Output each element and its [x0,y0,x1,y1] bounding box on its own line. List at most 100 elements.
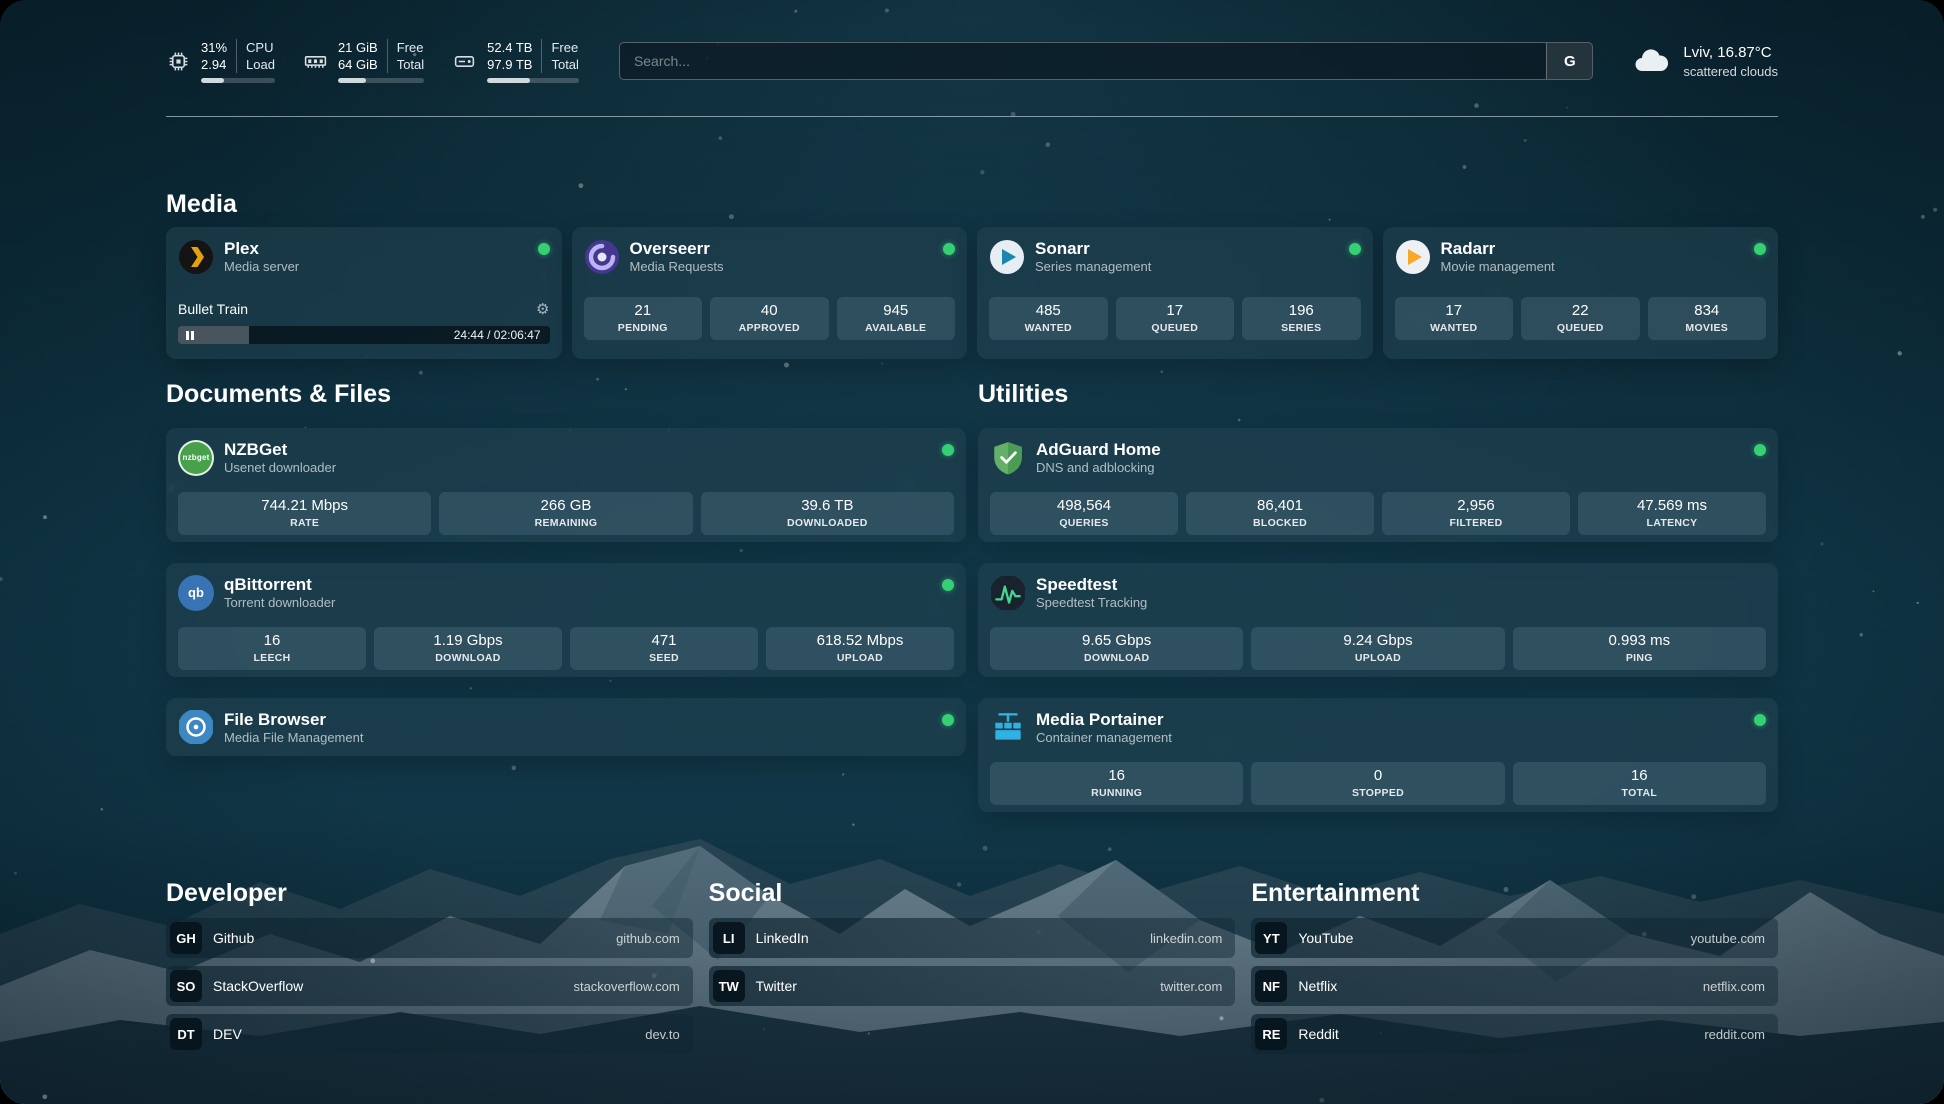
stat-box: 0.993 ms PING [1513,627,1766,670]
stat-box: 39.6 TB DOWNLOADED [701,492,954,535]
stat-box: 40 APPROVED [710,297,829,340]
status-online-dot [942,579,954,591]
bookmark-name: Github [213,930,605,946]
bookmark-url: youtube.com [1691,931,1765,946]
disk-icon [452,49,477,74]
bookmark-row-stackoverflow[interactable]: SO StackOverflow stackoverflow.com [166,966,693,1006]
app-name: Media Portainer [1036,709,1744,730]
stat-label: STOPPED [1253,786,1502,800]
pause-icon[interactable] [186,331,194,340]
status-online-dot [942,444,954,456]
app-card-speedtest[interactable]: Speedtest Speedtest Tracking 9.65 Gbps D… [978,563,1778,677]
speedtest-icon [990,575,1026,611]
stat-value: 0 [1253,766,1502,785]
app-desc: Movie management [1441,259,1745,275]
bookmark-row-github[interactable]: GH Github github.com [166,918,693,958]
stat-label: DOWNLOADED [703,516,952,530]
bookmark-row-linkedin[interactable]: LI LinkedIn linkedin.com [709,918,1236,958]
app-card-portainer[interactable]: Media Portainer Container management 16 … [978,698,1778,812]
app-name: qBittorrent [224,574,932,595]
stat-box: 196 SERIES [1242,297,1361,340]
search-input[interactable] [620,43,1546,79]
bookmark-icon: RE [1255,1018,1287,1050]
bookmark-row-netflix[interactable]: NF Netflix netflix.com [1251,966,1778,1006]
stat-value: 47.569 ms [1580,496,1764,515]
filebrowser-icon [178,709,214,745]
app-card-qbittorrent[interactable]: qb qBittorrent Torrent downloader 16 [166,563,966,677]
now-playing-title: Bullet Train [178,301,248,317]
stat-label: LATENCY [1580,516,1764,530]
sonarr-icon [989,239,1025,275]
memory-total-label: Total [397,56,424,73]
stat-box: 266 GB REMAINING [439,492,692,535]
status-online-dot [1349,243,1361,255]
stat-box: 16 LEECH [178,627,366,670]
weather-condition: scattered clouds [1683,63,1778,80]
disk-widget: 52.4 TB 97.9 TB Free Total [452,39,579,83]
cpu-widget: 31% 2.94 CPU Load [166,39,275,83]
bookmark-name: Twitter [756,978,1150,994]
stat-box: 618.52 Mbps UPLOAD [766,627,954,670]
search-engine-button[interactable]: G [1546,43,1592,79]
bookmark-icon: LI [713,922,745,954]
nzbget-icon: nzbget [178,440,214,476]
disk-free-label: Free [551,39,578,56]
stat-box: 498,564 QUERIES [990,492,1178,535]
stat-label: SERIES [1244,321,1359,335]
app-card-nzbget[interactable]: nzbget NZBGet Usenet downloader 744.21 M… [166,428,966,542]
bookmark-row-reddit[interactable]: RE Reddit reddit.com [1251,1014,1778,1054]
section-title-entertainment: Entertainment [1251,878,1778,909]
app-card-adguard[interactable]: AdGuard Home DNS and adblocking 498,564 … [978,428,1778,542]
bookmark-icon: YT [1255,922,1287,954]
stat-label: WANTED [991,321,1106,335]
bookmark-icon: NF [1255,970,1287,1002]
bookmark-url: github.com [616,931,680,946]
stat-label: RATE [180,516,429,530]
section-title-social: Social [709,878,1236,909]
bookmark-row-youtube[interactable]: YT YouTube youtube.com [1251,918,1778,958]
stat-value: 21 [586,301,701,320]
memory-free-value: 21 GiB [338,39,378,56]
memory-icon [303,49,328,74]
bookmark-row-dev[interactable]: DT DEV dev.to [166,1014,693,1054]
bookmark-icon: TW [713,970,745,1002]
bookmark-row-twitter[interactable]: TW Twitter twitter.com [709,966,1236,1006]
stat-value: 40 [712,301,827,320]
overseerr-icon [584,239,620,275]
disk-total-label: Total [551,56,578,73]
stat-box: 2,956 FILTERED [1382,492,1570,535]
app-card-overseerr[interactable]: Overseerr Media Requests 21 PENDING 40 A… [572,227,968,359]
app-card-sonarr[interactable]: Sonarr Series management 485 WANTED 17 Q… [977,227,1373,359]
bookmark-url: dev.to [645,1027,679,1042]
gear-icon[interactable]: ⚙ [536,302,549,317]
search-bar[interactable]: G [619,42,1593,80]
stat-value: 1.19 Gbps [376,631,560,650]
status-online-dot [1754,444,1766,456]
app-card-plex[interactable]: Plex Media server Bullet Train ⚙ 24:44 /… [166,227,562,359]
app-name: Speedtest [1036,574,1766,595]
app-card-filebrowser[interactable]: File Browser Media File Management [166,698,966,756]
stat-value: 744.21 Mbps [180,496,429,515]
stat-label: SEED [572,651,756,665]
stat-box: 17 QUEUED [1116,297,1235,340]
section-title-media: Media [166,189,1778,220]
bookmark-url: reddit.com [1704,1027,1765,1042]
adguard-icon [990,440,1026,476]
section-utilities: Utilities [978,379,1778,812]
app-name: Plex [224,238,528,259]
weather-location: Lviv, 16.87°C [1683,43,1778,63]
app-card-radarr[interactable]: Radarr Movie management 17 WANTED 22 QUE… [1383,227,1779,359]
stat-value: 498,564 [992,496,1176,515]
bookmark-icon: DT [170,1018,202,1050]
stat-box: 1.19 Gbps DOWNLOAD [374,627,562,670]
app-desc: Series management [1035,259,1339,275]
disk-progress-bar [487,78,579,83]
stat-box: 744.21 Mbps RATE [178,492,431,535]
stat-value: 834 [1650,301,1765,320]
stat-box: 86,401 BLOCKED [1186,492,1374,535]
section-documents: Documents & Files nzbget NZBGet Usenet d… [166,379,966,812]
stat-label: QUEUED [1523,321,1638,335]
stat-label: AVAILABLE [839,321,954,335]
stat-value: 471 [572,631,756,650]
stat-label: MOVIES [1650,321,1765,335]
